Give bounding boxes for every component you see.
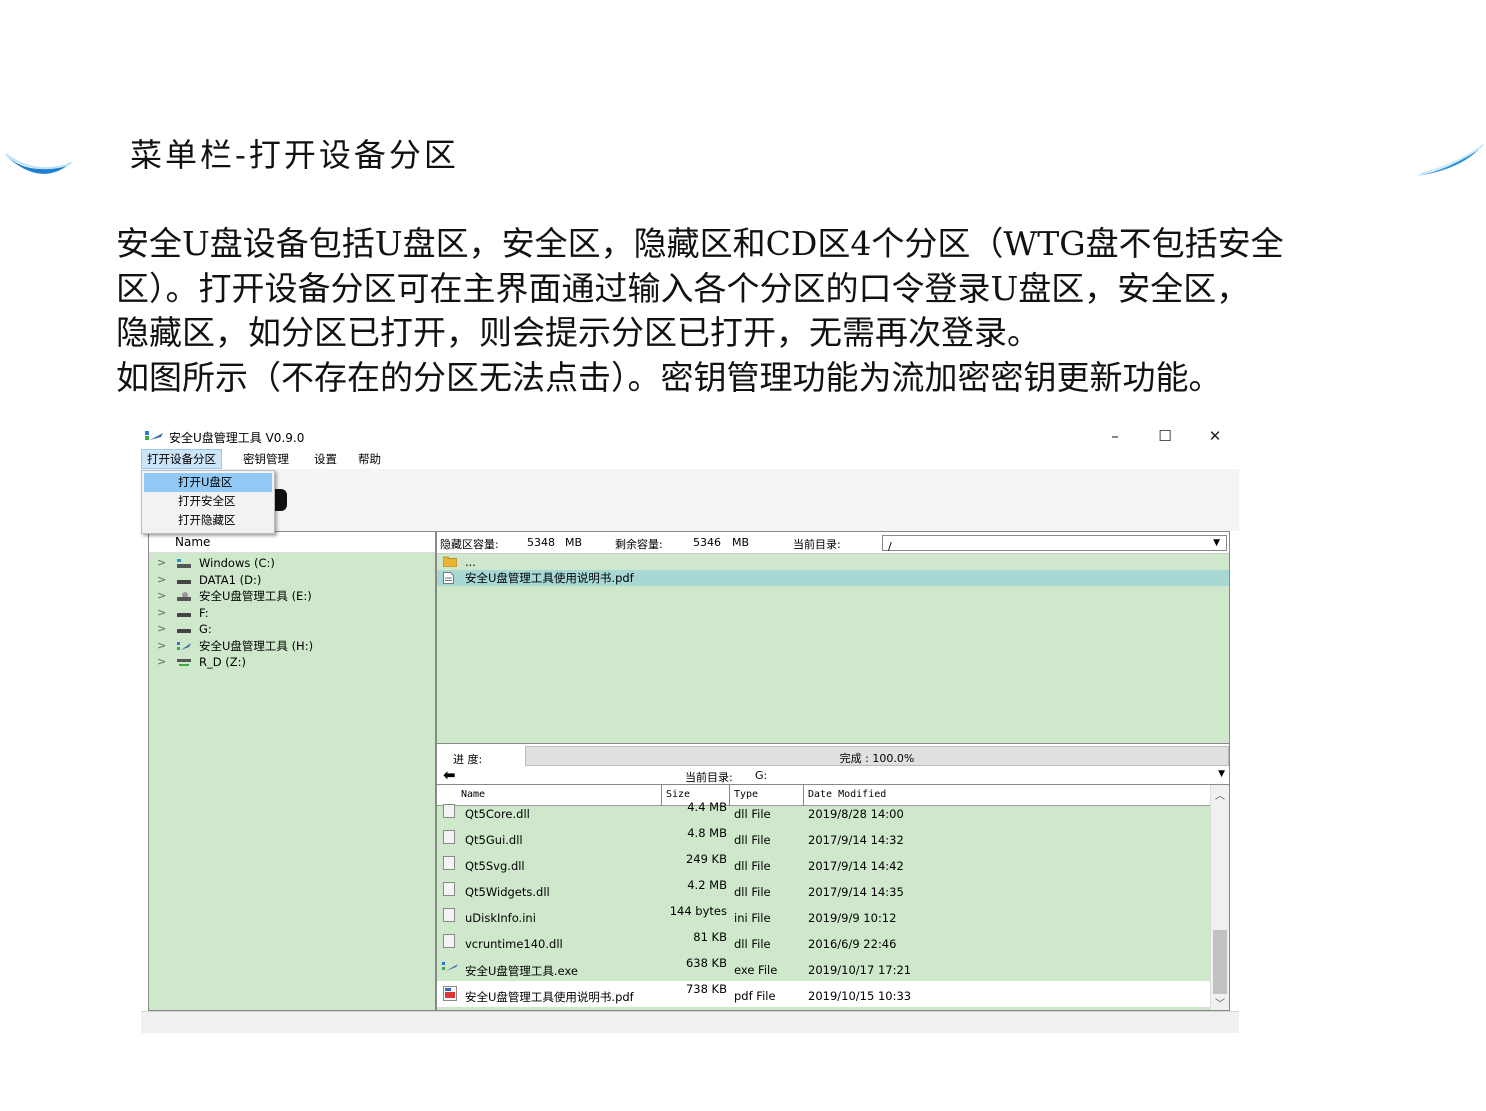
menu-bar: 打开设备分区 密钥管理 设置 帮助 (141, 449, 1239, 469)
slide-title: 菜单栏-打开设备分区 (130, 136, 459, 174)
table-row[interactable]: Qt5Core.dll 4.4 MB dll File 2019/8/28 14… (437, 799, 1211, 825)
status-bar (141, 1011, 1239, 1033)
progress-text: 完成 : 100.0% (839, 752, 915, 765)
expand-arrow-icon[interactable]: > (157, 654, 166, 671)
drive-icon (177, 612, 191, 617)
chevron-down-icon[interactable]: ▼ (1218, 769, 1225, 779)
capacity-unit: MB (565, 536, 583, 549)
tree-item[interactable]: > Windows (C:) (149, 555, 435, 572)
scrollbar-thumb[interactable] (1213, 930, 1227, 994)
partition-dropdown: 打开U盘区 打开安全区 打开隐藏区 (141, 470, 275, 534)
partition-info-bar: 隐藏区容量: 5348 MB 剩余容量: 5346 MB 当前目录: / ▼ (437, 532, 1229, 554)
tree-item[interactable]: > G: (149, 621, 435, 638)
menu-open-partition[interactable]: 打开设备分区 (141, 449, 222, 469)
file-dir-value[interactable]: G: (755, 769, 767, 782)
hidden-capacity-value: 5348 (527, 536, 555, 549)
paragraph-line: 如图所示（不存在的分区无法点击）。密钥管理功能为流加密密钥更新功能。 (116, 357, 1222, 397)
vertical-scrollbar[interactable]: ︿ ﹀ (1210, 785, 1229, 1010)
expand-arrow-icon[interactable]: > (157, 572, 166, 589)
drive-icon (177, 579, 191, 584)
title-bar: 安全U盘管理工具 V0.9.0 – ☐ ✕ (141, 423, 1239, 449)
app-logo-icon (442, 962, 458, 971)
dropdown-open-udisk[interactable]: 打开U盘区 (144, 473, 272, 492)
menu-help[interactable]: 帮助 (353, 449, 386, 469)
cd-drive-icon (177, 592, 191, 601)
table-row[interactable]: vcruntime140.dll 81 KB dll File 2016/6/9… (437, 929, 1211, 955)
chevron-up-icon[interactable]: ︿ (1215, 787, 1225, 802)
right-swoosh-decoration (1416, 144, 1484, 176)
expand-arrow-icon[interactable]: > (157, 588, 166, 605)
folder-icon (443, 556, 457, 567)
expand-arrow-icon[interactable]: > (157, 605, 166, 622)
tree-item[interactable]: > F: (149, 605, 435, 622)
dropdown-open-secure[interactable]: 打开安全区 (144, 492, 272, 511)
current-dir-label: 当前目录: (793, 538, 841, 551)
windows-drive-icon (177, 559, 191, 568)
pdf-file-icon (443, 986, 457, 1001)
table-row[interactable]: Qt5Widgets.dll 4.2 MB dll File 2017/9/14… (437, 877, 1211, 903)
list-item[interactable]: ... (437, 554, 1229, 570)
file-icon (443, 804, 455, 818)
drive-icon (177, 629, 191, 633)
chevron-down-icon: ▼ (1213, 538, 1220, 548)
progress-label: 进 度: (453, 753, 483, 766)
table-row[interactable]: 安全U盘管理工具使用说明书.pdf 738 KB pdf File 2019/1… (437, 981, 1211, 1007)
file-dir-label: 当前目录: (685, 771, 733, 784)
close-button[interactable]: ✕ (1197, 425, 1233, 447)
minimize-button[interactable]: – (1097, 425, 1133, 447)
progress-bar: 完成 : 100.0% (525, 746, 1229, 766)
expand-arrow-icon[interactable]: > (157, 638, 166, 655)
menu-settings[interactable]: 设置 (309, 449, 342, 469)
tree-item[interactable]: > 安全U盘管理工具 (E:) (149, 588, 435, 605)
file-icon (443, 934, 455, 948)
free-capacity-unit: MB (732, 536, 750, 549)
dropdown-open-hidden[interactable]: 打开隐藏区 (144, 511, 272, 530)
tree-item[interactable]: > R_D (Z:) (149, 654, 435, 671)
file-icon (443, 830, 455, 844)
description-paragraph: 安全U盘设备包括U盘区，安全区，隐藏区和CD区4个分区（WTG盘不包括安全 区）… (116, 222, 1436, 400)
partition-panel: 隐藏区容量: 5348 MB 剩余容量: 5346 MB 当前目录: / ▼ .… (436, 531, 1230, 744)
paragraph-line: 区）。打开设备分区可在主界面通过输入各个分区的口令登录U盘区，安全区， (116, 268, 1250, 308)
file-icon (443, 882, 455, 896)
tree-item[interactable]: > DATA1 (D:) (149, 572, 435, 589)
app-drive-icon (177, 641, 191, 650)
maximize-button[interactable]: ☐ (1147, 425, 1183, 447)
table-row[interactable]: Qt5Svg.dll 249 KB dll File 2017/9/14 14:… (437, 851, 1211, 877)
file-icon (443, 856, 455, 870)
free-capacity-label: 剩余容量: (615, 538, 663, 551)
tree-item[interactable]: > 安全U盘管理工具 (H:) (149, 638, 435, 655)
paragraph-line: 安全U盘设备包括U盘区，安全区，隐藏区和CD区4个分区（WTG盘不包括安全 (116, 224, 1284, 263)
expand-arrow-icon[interactable]: > (157, 621, 166, 638)
drive-tree: Name > Windows (C:) > DATA1 (D:) > 安全U盘管… (148, 531, 436, 1011)
app-logo-icon (145, 431, 163, 440)
back-arrow-icon[interactable]: ⬅ (443, 766, 456, 784)
progress-row: 进 度: 完成 : 100.0% (436, 744, 1230, 768)
expand-arrow-icon[interactable]: > (157, 555, 166, 572)
table-row[interactable]: uDiskInfo.ini 144 bytes ini File 2019/9/… (437, 903, 1211, 929)
chevron-down-icon[interactable]: ﹀ (1215, 995, 1225, 1010)
file-icon (443, 908, 455, 922)
network-drive-icon (177, 659, 191, 666)
current-dir-select[interactable]: / ▼ (882, 535, 1227, 553)
file-table: Name Size Type Date Modified Qt5Core.dll… (436, 784, 1230, 1011)
list-item[interactable]: 安全U盘管理工具使用说明书.pdf (437, 570, 1229, 586)
free-capacity-value: 5346 (693, 536, 721, 549)
tree-header: Name (149, 532, 435, 553)
left-swoosh-decoration (2, 152, 72, 174)
toolbar (141, 469, 1239, 531)
hidden-capacity-label: 隐藏区容量: (440, 538, 499, 551)
window-title: 安全U盘管理工具 V0.9.0 (169, 431, 305, 445)
menu-key-management[interactable]: 密钥管理 (238, 449, 294, 469)
file-dir-bar: ⬅ 当前目录: G: ▼ (436, 766, 1230, 784)
app-window: 安全U盘管理工具 V0.9.0 – ☐ ✕ 打开设备分区 密钥管理 设置 帮助 … (141, 423, 1239, 1033)
paragraph-line: 隐藏区，如分区已打开，则会提示分区已打开，无需再次登录。 (116, 313, 1040, 352)
file-icon (443, 572, 454, 584)
table-row[interactable]: 安全U盘管理工具.exe 638 KB exe File 2019/10/17 … (437, 955, 1211, 981)
table-row[interactable]: Qt5Gui.dll 4.8 MB dll File 2017/9/14 14:… (437, 825, 1211, 851)
